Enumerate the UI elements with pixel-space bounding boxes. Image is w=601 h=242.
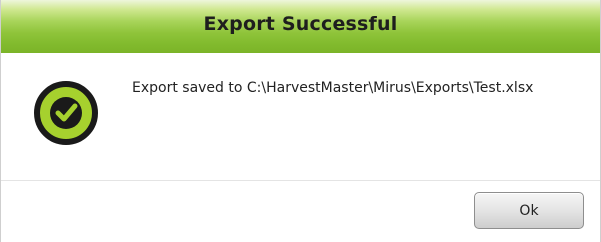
ok-button[interactable]: Ok	[474, 192, 584, 229]
checkmark-circle-icon	[33, 80, 99, 146]
dialog-title-bar: Export Successful	[1, 0, 600, 53]
export-dialog: Export Successful Export saved to C:\Har…	[0, 0, 601, 242]
dialog-title: Export Successful	[203, 13, 398, 35]
export-message: Export saved to C:\HarvestMaster\Mirus\E…	[132, 80, 534, 96]
button-area-divider	[1, 180, 600, 181]
